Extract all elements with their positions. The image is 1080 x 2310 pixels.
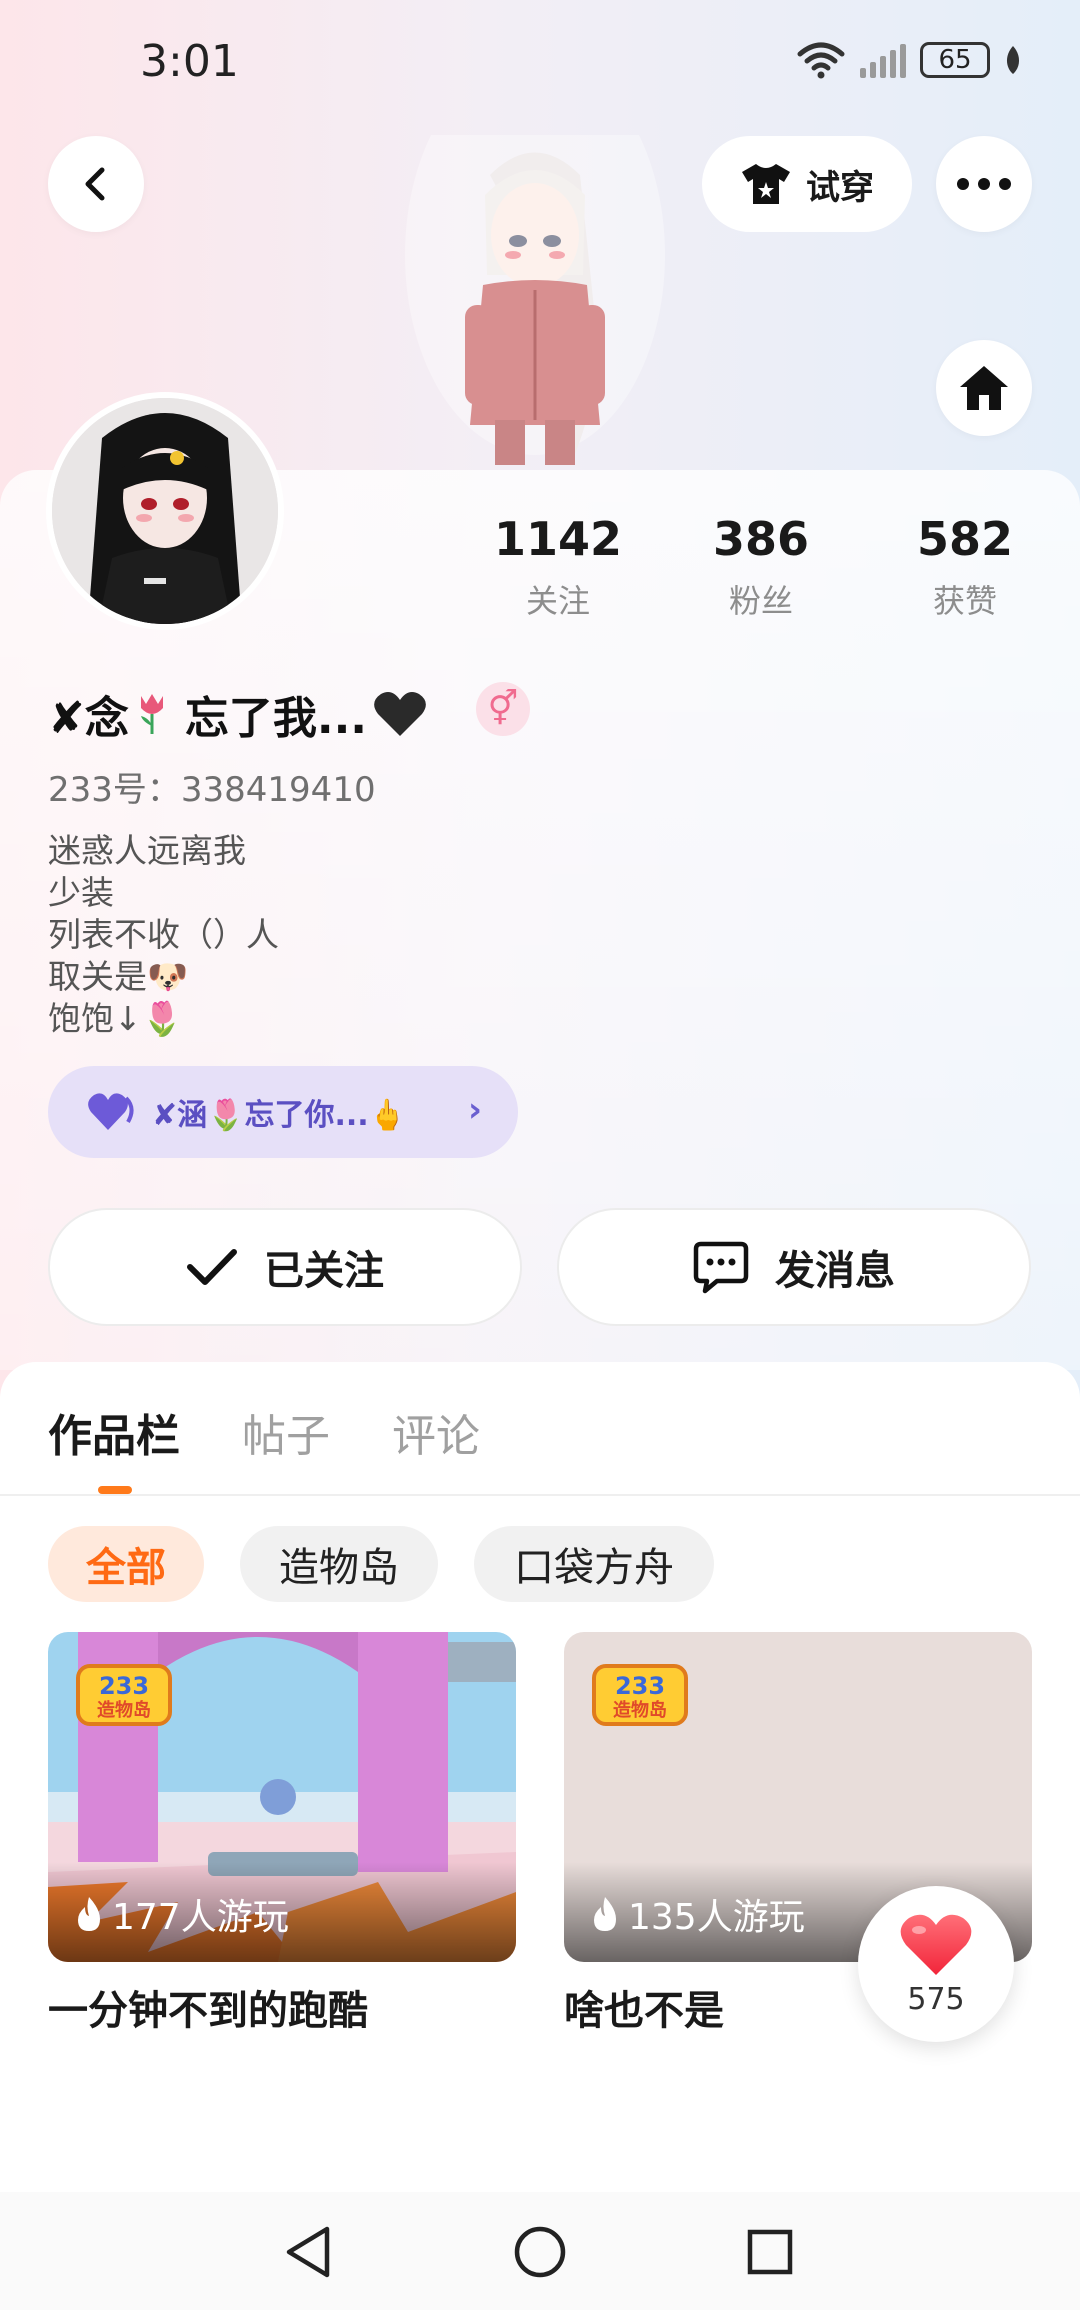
content-tabs: 作品栏 帖子 评论 xyxy=(48,1400,480,1464)
tab-divider xyxy=(0,1494,1080,1496)
filter-all[interactable]: 全部 xyxy=(48,1526,204,1602)
followed-label: 已关注 xyxy=(264,1248,384,1294)
status-time: 3:01 xyxy=(140,36,239,87)
chevron-right-icon: › xyxy=(467,1090,482,1130)
svg-text:233: 233 xyxy=(615,1672,665,1700)
filter-creation-island[interactable]: 造物岛 xyxy=(240,1526,438,1602)
stat-value: 582 xyxy=(916,512,1014,566)
avatar-image xyxy=(52,398,278,624)
play-count-text: 135人游玩 xyxy=(628,1897,805,1938)
game-title[interactable]: 一分钟不到的跑酷 xyxy=(48,1978,368,2036)
flame-icon xyxy=(78,1897,100,1931)
black-heart-icon xyxy=(374,692,426,736)
filter-pocket-ark[interactable]: 口袋方舟 xyxy=(474,1526,714,1602)
svg-text:造物岛: 造物岛 xyxy=(613,1699,667,1721)
stat-label: 获赞 xyxy=(932,582,997,620)
character-figure xyxy=(405,135,665,465)
gender-badge: ⚥ xyxy=(476,682,530,736)
bio-line: 少装 xyxy=(48,873,114,912)
play-count-text: 177人游玩 xyxy=(112,1897,289,1938)
try-on-button[interactable]: 试穿 xyxy=(702,136,912,232)
avatar[interactable] xyxy=(46,392,284,630)
stat-label: 关注 xyxy=(525,582,590,620)
tab-works[interactable]: 作品栏 xyxy=(48,1400,180,1464)
system-nav-bar xyxy=(0,2192,1080,2310)
heart-icon xyxy=(900,1914,972,1975)
flame-icon xyxy=(594,1897,616,1931)
tab-posts[interactable]: 帖子 xyxy=(242,1400,330,1464)
tshirt-icon xyxy=(742,164,790,204)
nickname-part: 忘了我... xyxy=(184,693,368,744)
bio-line: 饱饱↓🌷 xyxy=(48,999,183,1038)
svg-text:造物岛: 造物岛 xyxy=(97,1699,151,1721)
like-button[interactable]: 575 xyxy=(858,1886,1014,2042)
nav-recents-button[interactable] xyxy=(738,2220,802,2284)
back-button[interactable] xyxy=(48,136,144,232)
circle-home-icon xyxy=(514,2226,566,2278)
bio-line: 取关是🐶 xyxy=(48,957,189,996)
nickname-part: ✘念 xyxy=(48,693,129,744)
home-icon xyxy=(960,366,1008,410)
status-icons: 65 xyxy=(796,40,1022,80)
game-card[interactable]: 233 造物岛 177人游玩 xyxy=(48,1632,516,1962)
bio-line: 列表不收（）人 xyxy=(48,915,279,954)
try-on-label: 试穿 xyxy=(806,167,874,208)
nav-back-button[interactable] xyxy=(276,2220,340,2284)
play-count: 135人游玩 xyxy=(590,1888,805,1940)
message-label: 发消息 xyxy=(775,1248,895,1294)
chevron-left-icon xyxy=(85,167,105,201)
message-button[interactable]: 发消息 xyxy=(557,1208,1031,1326)
signal-icon xyxy=(860,42,906,78)
stat-fans[interactable]: 386 粉丝 xyxy=(681,512,841,622)
tab-comments[interactable]: 评论 xyxy=(392,1400,480,1464)
more-button[interactable] xyxy=(936,136,1032,232)
nickname: ✘念 忘了我... xyxy=(48,682,427,746)
chat-icon xyxy=(693,1241,749,1294)
friend-link[interactable]: ✘涵🌷忘了你...🖕 › xyxy=(48,1066,518,1158)
creation-island-logo: 233 造物岛 xyxy=(76,1664,172,1726)
square-recents-icon xyxy=(747,2229,793,2275)
purple-heart-icon xyxy=(88,1093,134,1130)
stat-following[interactable]: 1142 关注 xyxy=(478,512,638,622)
leaf-icon xyxy=(1006,46,1020,74)
wifi-icon xyxy=(797,42,845,79)
bio: 迷惑人远离我 少装 列表不收（）人 取关是🐶 饱饱↓🌷 xyxy=(48,830,279,1040)
stat-label: 粉丝 xyxy=(728,582,793,620)
like-count: 575 xyxy=(907,1981,965,2017)
stat-value: 386 xyxy=(712,512,810,566)
tulip-icon xyxy=(140,694,163,734)
check-icon xyxy=(187,1249,237,1285)
more-dots-icon xyxy=(957,178,1011,190)
creation-island-logo: 233 造物岛 xyxy=(592,1664,688,1726)
friend-link-text: ✘涵🌷忘了你...🖕 xyxy=(152,1098,407,1133)
stat-value: 1142 xyxy=(493,512,623,566)
battery-icon: 65 xyxy=(920,42,990,78)
nav-home-button[interactable] xyxy=(508,2220,572,2284)
svg-text:233: 233 xyxy=(99,1672,149,1700)
play-count: 177人游玩 xyxy=(74,1888,289,1940)
user-id[interactable]: 233号：338419410 xyxy=(48,762,376,811)
stat-likes[interactable]: 582 获赞 xyxy=(885,512,1045,622)
tab-indicator xyxy=(98,1486,132,1494)
bio-line: 迷惑人远离我 xyxy=(48,831,246,870)
triangle-back-icon xyxy=(286,2226,330,2278)
game-title[interactable]: 啥也不是 xyxy=(564,1978,724,2036)
followed-button[interactable]: 已关注 xyxy=(48,1208,522,1326)
home-button[interactable] xyxy=(936,340,1032,436)
